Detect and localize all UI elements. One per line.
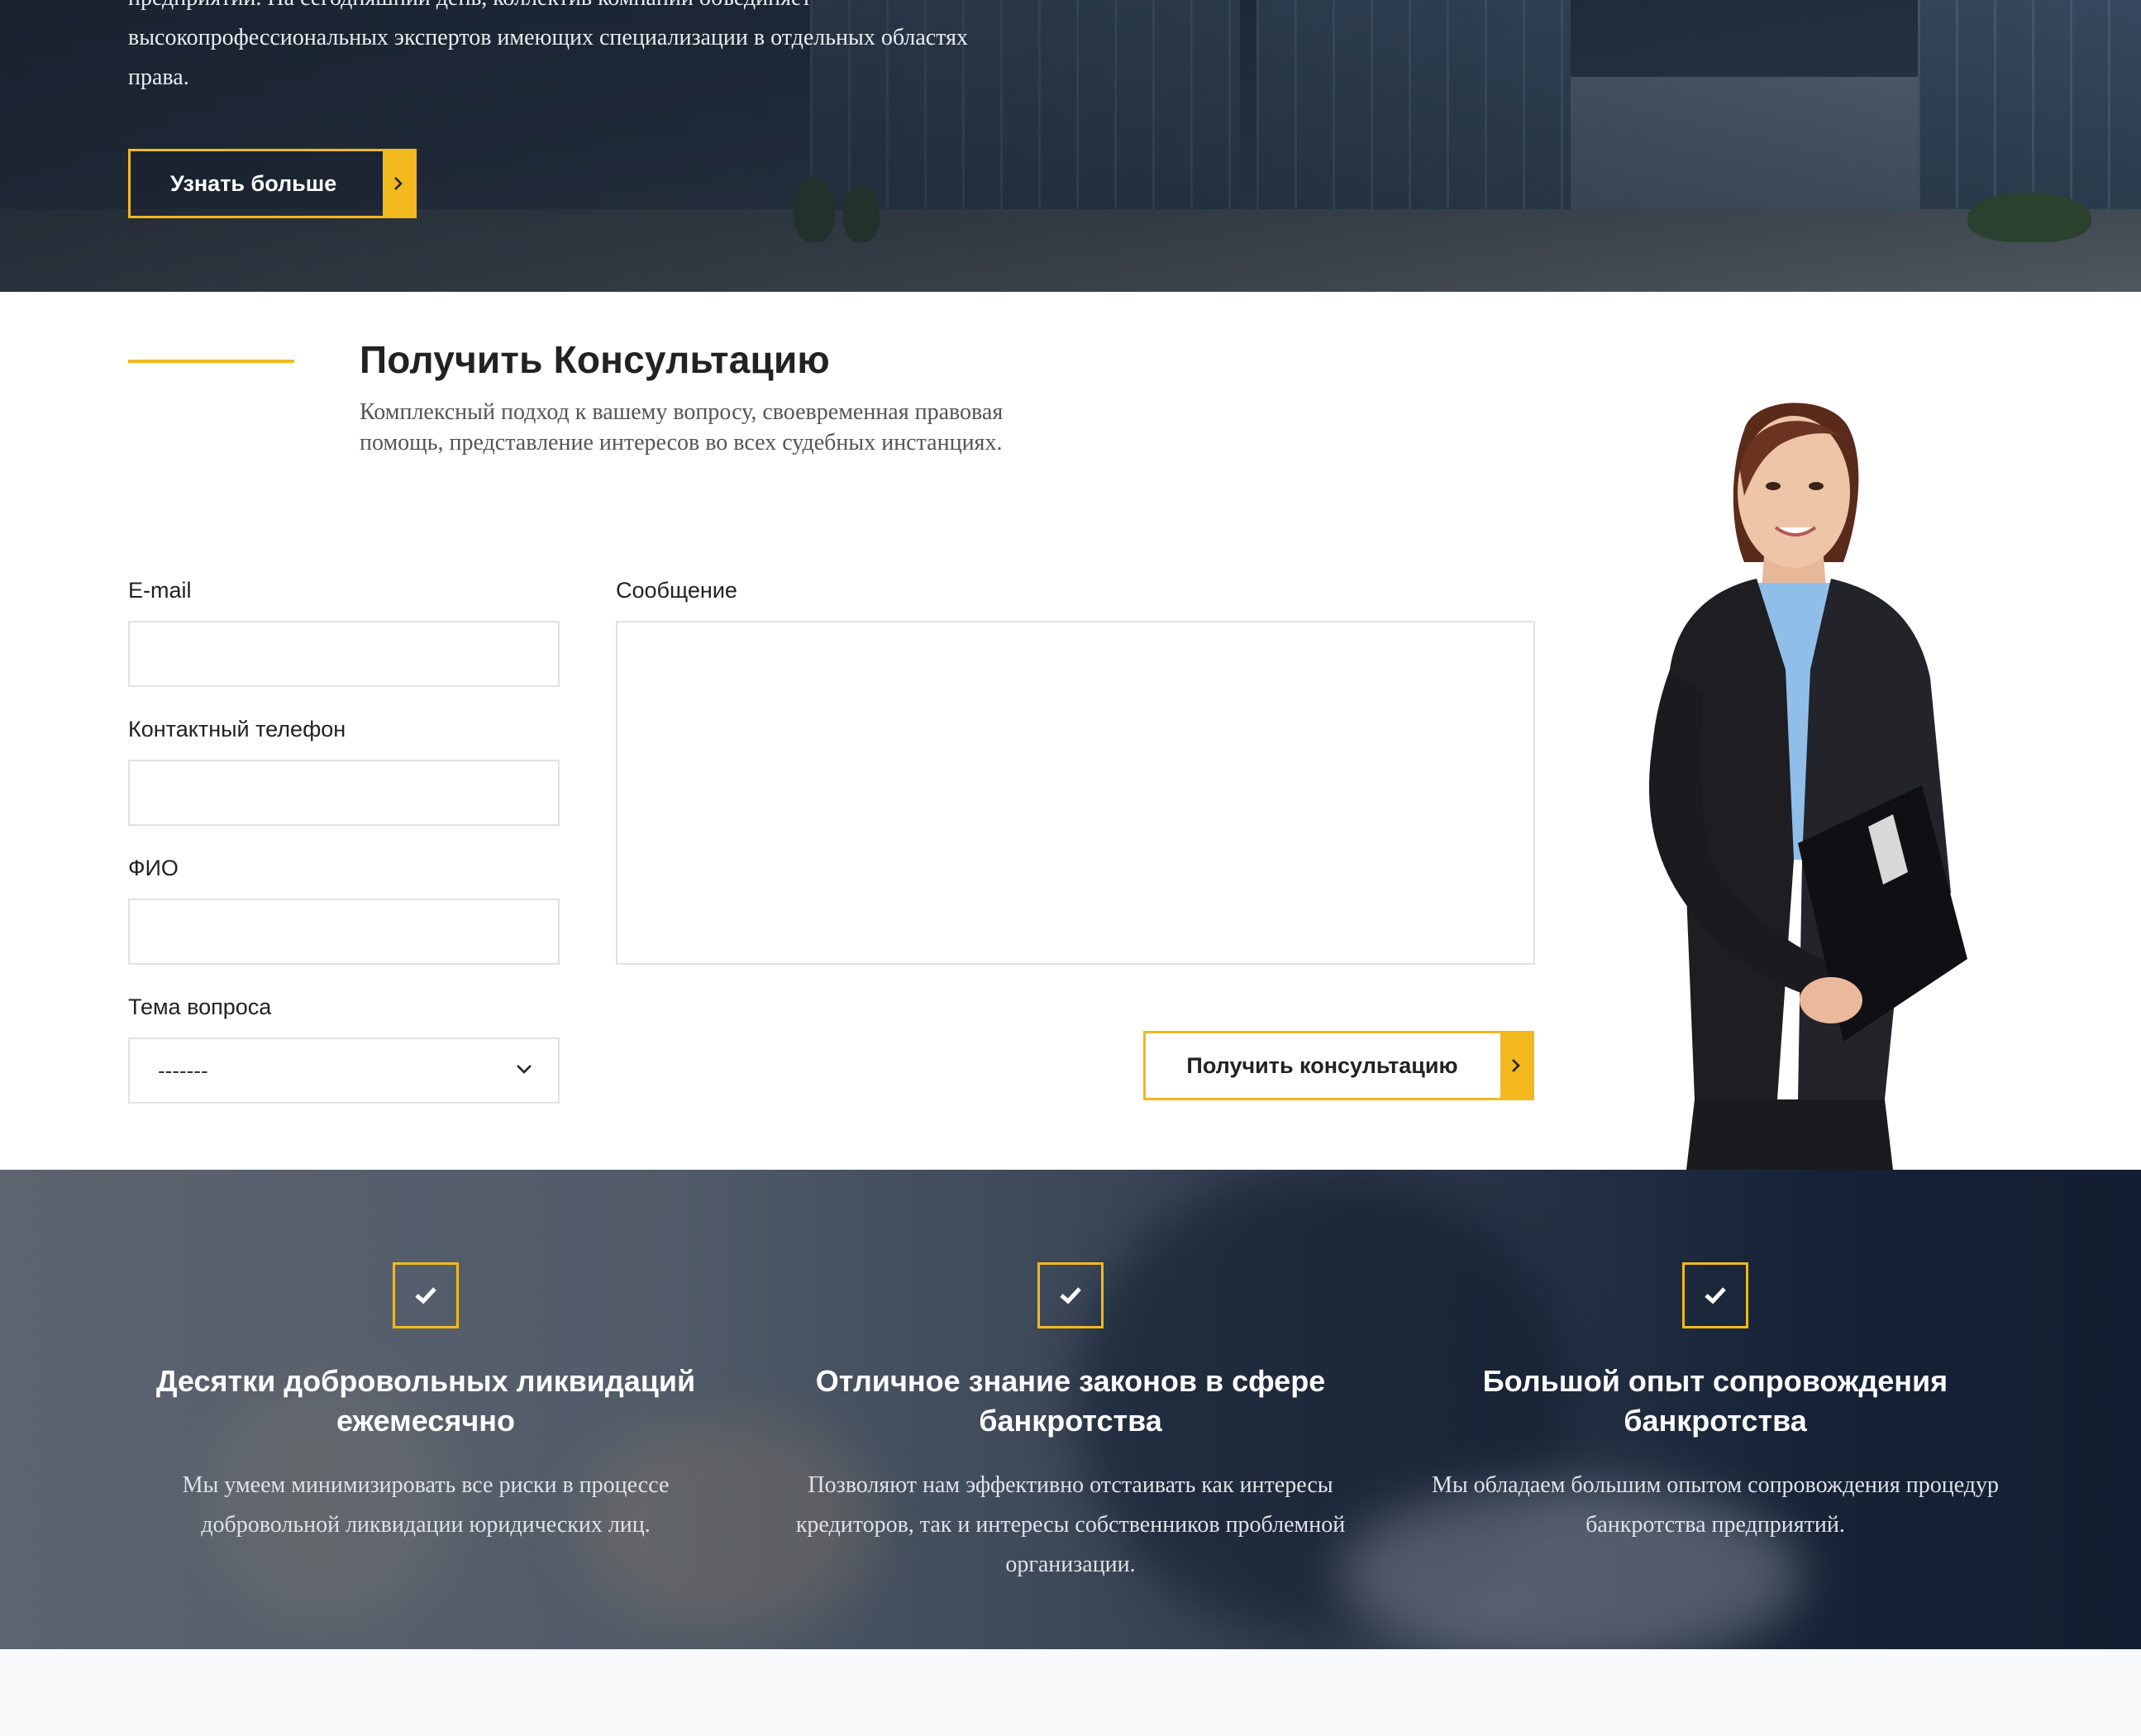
get-consultation-button[interactable]: Получить консультацию [1143,1031,1534,1100]
feature-title: Большой опыт сопровождения банкротства [1482,1364,1948,1438]
features-section: Десятки добровольных ликвидаций ежемесяч… [0,1170,2141,1649]
check-icon [1037,1262,1104,1328]
check-icon [1682,1262,1748,1328]
feature-title: Десятки добровольных ликвидаций ежемесяч… [155,1364,696,1438]
message-label: Сообщение [616,578,737,603]
email-label: E-mail [128,578,192,603]
topic-select[interactable]: ------- [128,1037,560,1104]
get-consultation-label: Получить консультацию [1186,1052,1458,1078]
name-label: ФИО [128,856,179,880]
consult-description: Комплексный подход к вашему вопросу, сво… [360,399,1004,455]
next-section-start [0,1649,2141,1736]
chevron-right-icon [1500,1033,1532,1098]
phone-field[interactable] [128,760,560,826]
topic-selected-value: ------- [158,1057,208,1083]
section-accent-line [128,360,294,363]
topic-label: Тема вопроса [128,994,272,1019]
hero-text: предприятий. На сегодняшний день, коллек… [128,0,968,90]
name-field[interactable] [128,899,560,965]
message-field[interactable] [616,621,1535,965]
message-textarea[interactable] [618,622,1533,963]
feature-text: Мы обладаем большим опытом сопровождения… [1431,1472,2000,1538]
consultant-photo [1649,403,1967,1170]
consult-title: Получить Консультацию [360,338,830,381]
chevron-down-icon [515,1063,533,1079]
phone-input[interactable] [130,761,558,824]
chevron-right-icon [383,151,414,216]
email-field[interactable] [128,621,560,687]
check-icon [393,1262,459,1328]
feature-title: Отличное знание законов в сфере банкротс… [815,1364,1326,1438]
name-input[interactable] [130,900,558,963]
learn-more-button[interactable]: Узнать больше [128,149,417,218]
email-input[interactable] [130,622,558,685]
hero-banner: предприятий. На сегодняшний день, коллек… [0,0,2141,292]
feature-text: Позволяют нам эффективно отстаивать как … [795,1472,1346,1577]
feature-text: Мы умеем минимизировать все риски в проц… [182,1472,670,1538]
learn-more-label: Узнать больше [170,170,337,196]
phone-label: Контактный телефон [128,717,346,742]
